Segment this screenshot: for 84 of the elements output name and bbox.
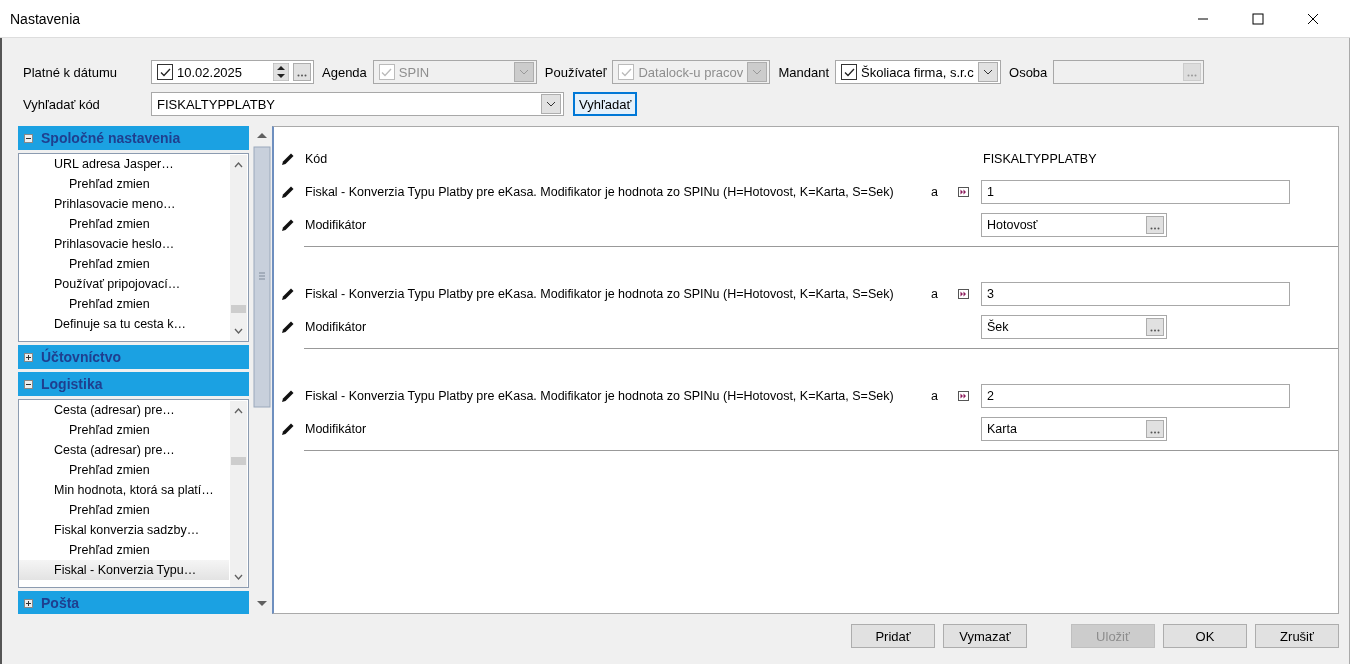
ellipsis-icon xyxy=(1150,430,1160,434)
value-field[interactable]: 1 xyxy=(981,179,1290,204)
tree-item[interactable]: Prehľad zmien xyxy=(19,420,229,440)
combo-box[interactable]: Školiaca firma, s.r.c xyxy=(835,60,1002,84)
chevron-down-icon xyxy=(983,69,994,75)
picker-field[interactable]: Hotovosť xyxy=(981,212,1167,237)
pencil-icon[interactable] xyxy=(281,151,295,166)
dialog-button[interactable]: Pridať xyxy=(851,624,935,648)
scrollbar-drawing[interactable] xyxy=(230,401,247,587)
filter-label: Osoba xyxy=(1009,64,1048,80)
ellipsis-icon xyxy=(1150,226,1160,230)
filter-label: Platné k dátumu xyxy=(23,64,118,80)
chevron-down-icon xyxy=(518,69,529,75)
fast-forward-icon[interactable] xyxy=(957,390,969,401)
pencil-icon[interactable] xyxy=(281,184,295,199)
tree-item[interactable]: Prihlasovacie heslo… xyxy=(19,234,229,254)
setting-label: Fiskal - Konverzia Typu Platby pre eKasa. Modifikator je hodnota zo SPINu (H=Hotovost, K=Karta, S=Sek) xyxy=(305,388,894,403)
tree-item[interactable]: URL adresa Jasper… xyxy=(19,154,229,174)
checkbox[interactable] xyxy=(157,64,173,80)
setting-suffix: a xyxy=(931,388,938,403)
code-value: FISKALTYPPLATBY xyxy=(982,151,1098,166)
fast-forward-icon[interactable] xyxy=(957,288,969,299)
chevron-down-icon xyxy=(752,69,763,75)
dialog-button[interactable]: Vymazať xyxy=(943,624,1027,648)
close-icon[interactable] xyxy=(1307,12,1319,25)
pencil-icon[interactable] xyxy=(281,421,295,436)
check-icon xyxy=(620,67,632,77)
tree-item[interactable]: Cesta (adresar) pre… xyxy=(19,440,229,460)
check-icon xyxy=(159,67,171,77)
spin-arrows-icon[interactable] xyxy=(273,63,289,81)
pencil-icon[interactable] xyxy=(281,319,295,334)
expander-icon[interactable] xyxy=(24,598,33,608)
dialog-button[interactable]: Zrušiť xyxy=(1255,624,1339,648)
ellipsis-icon xyxy=(297,74,307,77)
check-icon xyxy=(381,67,393,77)
ellipsis-icon xyxy=(1150,328,1160,332)
date-picker[interactable]: 10.02.2025 xyxy=(151,60,314,84)
dialog-button[interactable]: OK xyxy=(1163,624,1247,648)
search-combo[interactable]: FISKALTYPPLATBY xyxy=(151,92,564,116)
search-button[interactable]: Vyhľadať xyxy=(573,92,638,116)
picker-field[interactable]: Karta xyxy=(981,416,1167,441)
fast-forward-icon[interactable] xyxy=(957,186,969,197)
tree-item[interactable]: Prehľad zmien xyxy=(19,500,229,520)
tree-item[interactable]: Fiskal konverzia sadzby… xyxy=(19,520,229,540)
tree-item[interactable]: Definuje sa tu cesta k… xyxy=(19,314,229,334)
picker-field[interactable]: Šek xyxy=(981,314,1167,339)
value-field[interactable]: 2 xyxy=(981,383,1290,408)
setting-label: Modifikátor xyxy=(305,421,367,436)
tree-item[interactable]: Prehľad zmien xyxy=(19,214,229,234)
check-icon xyxy=(843,67,855,77)
tree-item[interactable]: Min hodnota, ktorá sa platí… xyxy=(19,480,229,500)
expander-icon[interactable] xyxy=(24,379,33,389)
pencil-icon[interactable] xyxy=(281,217,295,232)
setting-label: Fiskal - Konverzia Typu Platby pre eKasa. Modifikator je hodnota zo SPINu (H=Hotovost, K=Karta, S=Sek) xyxy=(305,184,894,199)
tree-item[interactable]: Prehľad zmien xyxy=(19,174,229,194)
filter-label: Agenda xyxy=(322,64,367,80)
expander-icon[interactable] xyxy=(24,133,33,143)
tree-item[interactable]: Prehľad zmien xyxy=(19,254,229,274)
tree-item[interactable]: Cesta (adresar) pre… xyxy=(19,400,229,420)
filter-label: Mandant xyxy=(778,64,830,80)
setting-suffix: a xyxy=(931,184,938,199)
filter-label: Používateľ xyxy=(544,64,607,80)
pencil-icon[interactable] xyxy=(281,388,295,403)
maximize-icon[interactable] xyxy=(1252,12,1264,25)
tree-item[interactable]: Fiskal - Konverzia Typu… xyxy=(19,560,229,580)
tree-item[interactable]: Prehľad zmien xyxy=(19,540,229,560)
tree-item[interactable]: Používať pripojovací… xyxy=(19,274,229,294)
tree-item[interactable]: Prehľad zmien xyxy=(19,294,229,314)
setting-label: Fiskal - Konverzia Typu Platby pre eKasa. Modifikator je hodnota zo SPINu (H=Hotovost, K=Karta, S=Sek) xyxy=(305,286,894,301)
pencil-icon[interactable] xyxy=(281,286,295,301)
ellipsis-icon xyxy=(1187,74,1198,77)
scrollbar-drawing[interactable] xyxy=(230,155,247,341)
setting-suffix: a xyxy=(931,286,938,301)
chevron-down-icon xyxy=(546,101,556,107)
value-field[interactable]: 3 xyxy=(981,281,1290,306)
setting-label: Modifikátor xyxy=(305,217,367,232)
window-title: Nastavenia xyxy=(10,10,81,27)
checkbox[interactable] xyxy=(841,64,858,80)
setting-label: Kód xyxy=(305,151,328,166)
expander-icon[interactable] xyxy=(24,352,33,362)
setting-label: Modifikátor xyxy=(305,319,367,334)
search-label: Vyhľadať kód xyxy=(23,96,101,112)
tree-item[interactable]: Prehľad zmien xyxy=(19,460,229,480)
tree-item[interactable]: Prihlasovacie meno… xyxy=(19,194,229,214)
